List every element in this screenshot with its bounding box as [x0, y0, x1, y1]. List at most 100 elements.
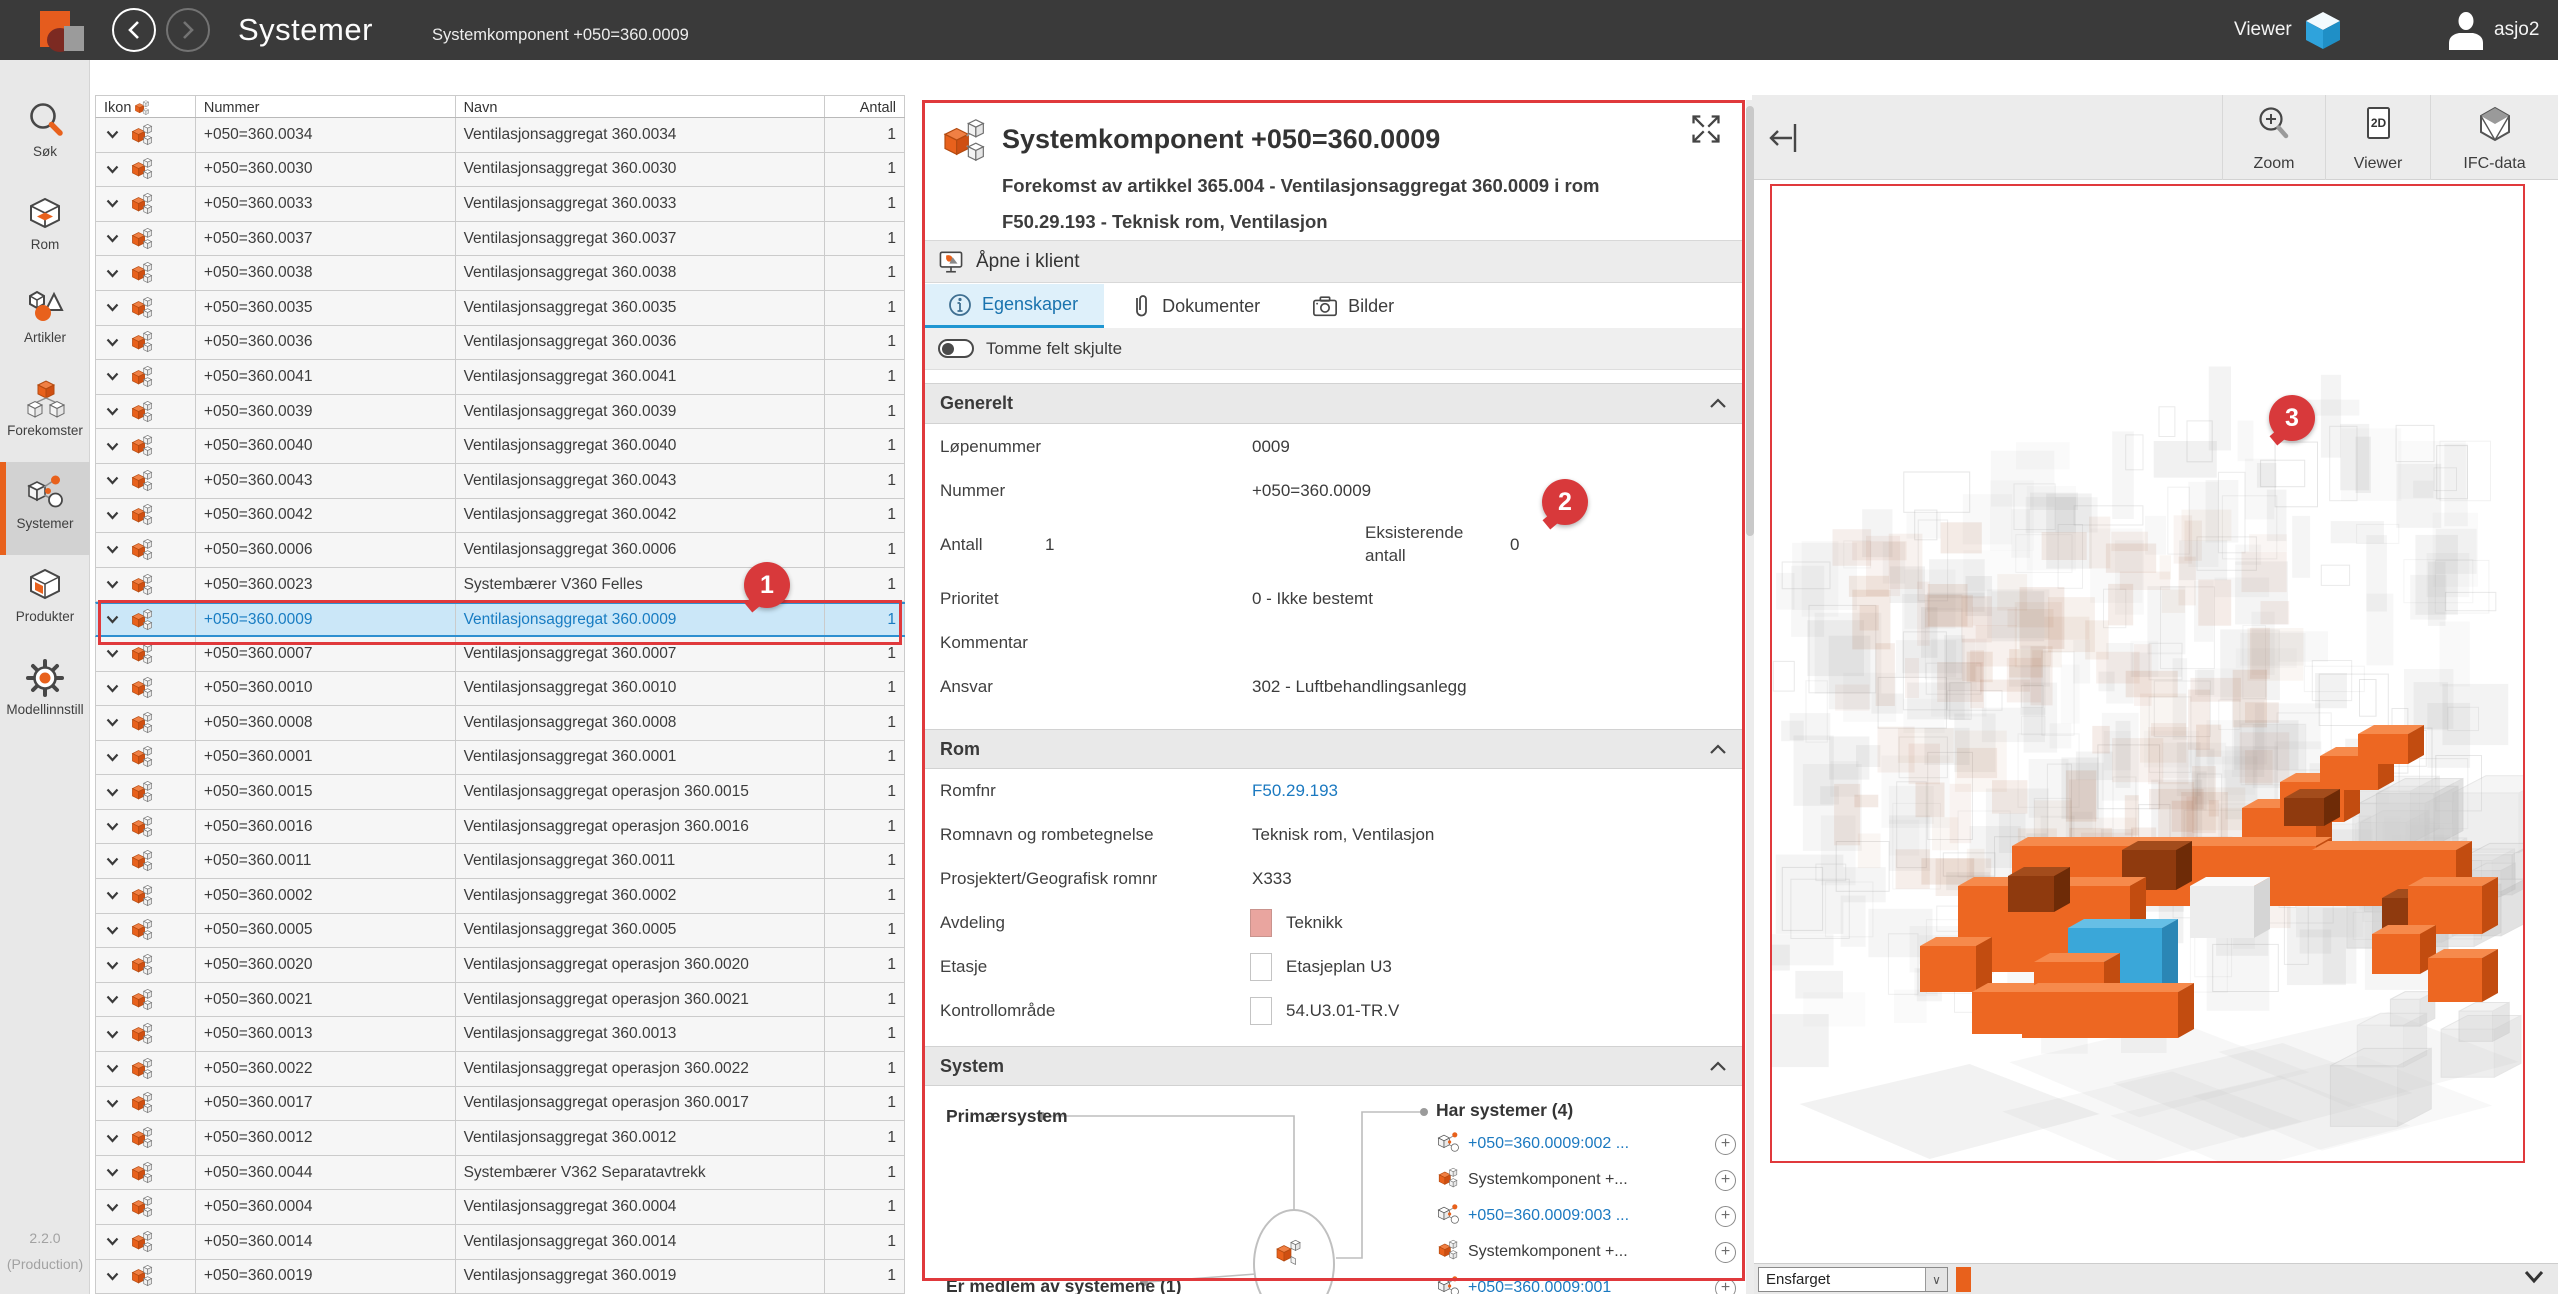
chevron-down-icon[interactable]: [106, 1064, 119, 1073]
chevron-down-icon[interactable]: [106, 511, 119, 520]
forward-button[interactable]: [166, 8, 210, 52]
chevron-down-icon[interactable]: [106, 130, 119, 139]
table-row[interactable]: +050=360.0023 Systembærer V360 Felles 1: [95, 568, 905, 603]
table-row[interactable]: +050=360.0011 Ventilasjonsaggregat 360.0…: [95, 844, 905, 879]
column-header-nummer[interactable]: Nummer: [196, 96, 456, 117]
table-row[interactable]: +050=360.0033 Ventilasjonsaggregat 360.0…: [95, 187, 905, 222]
open-in-client-button[interactable]: Åpne i klient: [922, 240, 1745, 283]
chevron-down-icon[interactable]: [106, 545, 119, 554]
table-row[interactable]: +050=360.0004 Ventilasjonsaggregat 360.0…: [95, 1190, 905, 1225]
table-row[interactable]: +050=360.0030 Ventilasjonsaggregat 360.0…: [95, 153, 905, 188]
related-system-item[interactable]: Systemkomponent +... +: [1436, 1234, 1736, 1270]
table-row[interactable]: +050=360.0008 Ventilasjonsaggregat 360.0…: [95, 706, 905, 741]
chevron-down-icon[interactable]: [106, 1099, 119, 1108]
chevron-down-icon[interactable]: [106, 303, 119, 312]
chevron-down-icon[interactable]: [106, 165, 119, 174]
sidebar-item-produkter[interactable]: Produkter: [0, 555, 90, 648]
add-relation-button[interactable]: +: [1715, 1242, 1736, 1263]
chevron-down-icon[interactable]: [106, 649, 119, 658]
table-row[interactable]: +050=360.0035 Ventilasjonsaggregat 360.0…: [95, 291, 905, 326]
sidebar-item-systemer[interactable]: Systemer: [0, 462, 90, 555]
sidebar-item-rom[interactable]: Rom: [0, 183, 90, 276]
chevron-down-icon[interactable]: [106, 615, 119, 624]
chevron-down-icon[interactable]: [106, 1168, 119, 1177]
model-color-swatch[interactable]: [1956, 1267, 1971, 1292]
chevron-down-icon[interactable]: [106, 995, 119, 1004]
add-relation-button[interactable]: +: [1715, 1206, 1736, 1227]
table-row[interactable]: +050=360.0001 Ventilasjonsaggregat 360.0…: [95, 741, 905, 776]
chevron-down-icon[interactable]: [106, 476, 119, 485]
add-relation-button[interactable]: +: [1715, 1170, 1736, 1191]
viewer-mode-chip[interactable]: Viewer: [2234, 12, 2342, 48]
related-system-item[interactable]: +050=360.0009:001 +: [1436, 1270, 1736, 1294]
chevron-down-icon[interactable]: [106, 753, 119, 762]
table-row[interactable]: +050=360.0019 Ventilasjonsaggregat 360.0…: [95, 1260, 905, 1294]
table-row[interactable]: +050=360.0012 Ventilasjonsaggregat 360.0…: [95, 1121, 905, 1156]
chevron-down-icon[interactable]: [106, 338, 119, 347]
table-row[interactable]: +050=360.0013 Ventilasjonsaggregat 360.0…: [95, 1017, 905, 1052]
empty-fields-toggle[interactable]: Tomme felt skjulte: [922, 328, 1745, 370]
table-row[interactable]: +050=360.0005 Ventilasjonsaggregat 360.0…: [95, 914, 905, 949]
chevron-down-icon[interactable]: [106, 822, 119, 831]
chevron-down-icon[interactable]: [106, 1134, 119, 1143]
table-row[interactable]: +050=360.0007 Ventilasjonsaggregat 360.0…: [95, 637, 905, 672]
section-header-system[interactable]: System: [922, 1046, 1745, 1086]
table-row[interactable]: +050=360.0042 Ventilasjonsaggregat 360.0…: [95, 499, 905, 534]
table-row[interactable]: +050=360.0009 Ventilasjonsaggregat 360.0…: [95, 602, 905, 637]
add-relation-button[interactable]: +: [1715, 1134, 1736, 1155]
table-row[interactable]: +050=360.0022 Ventilasjonsaggregat opera…: [95, 1052, 905, 1087]
column-header-navn[interactable]: Navn: [456, 96, 826, 117]
chevron-down-icon[interactable]: [106, 1203, 119, 1212]
related-system-text[interactable]: +050=360.0009:002 ...: [1468, 1135, 1668, 1153]
chevron-down-icon[interactable]: [106, 1030, 119, 1039]
related-system-text[interactable]: Systemkomponent +...: [1468, 1171, 1668, 1189]
table-row[interactable]: +050=360.0041 Ventilasjonsaggregat 360.0…: [95, 360, 905, 395]
table-row[interactable]: +050=360.0020 Ventilasjonsaggregat opera…: [95, 948, 905, 983]
table-row[interactable]: +050=360.0006 Ventilasjonsaggregat 360.0…: [95, 533, 905, 568]
table-row[interactable]: +050=360.0015 Ventilasjonsaggregat opera…: [95, 775, 905, 810]
ifc-data-button[interactable]: IFC-data: [2430, 95, 2558, 180]
table-row[interactable]: +050=360.0014 Ventilasjonsaggregat 360.0…: [95, 1225, 905, 1260]
table-row[interactable]: +050=360.0039 Ventilasjonsaggregat 360.0…: [95, 395, 905, 430]
column-header-antall[interactable]: Antall: [825, 96, 905, 117]
related-system-item[interactable]: +050=360.0009:003 ... +: [1436, 1198, 1736, 1234]
chevron-down-icon[interactable]: [106, 372, 119, 381]
chevron-down-icon[interactable]: [106, 961, 119, 970]
2d-viewer-button[interactable]: 2D Viewer: [2325, 95, 2430, 180]
chevron-down-icon[interactable]: [106, 857, 119, 866]
tab-egenskaper[interactable]: Egenskaper: [922, 284, 1104, 328]
collapse-panel-icon[interactable]: [1764, 119, 1802, 157]
related-system-item[interactable]: Systemkomponent +... +: [1436, 1162, 1736, 1198]
table-row[interactable]: +050=360.0010 Ventilasjonsaggregat 360.0…: [95, 672, 905, 707]
expand-icon[interactable]: [1689, 112, 1723, 146]
chevron-down-icon[interactable]: [106, 407, 119, 416]
sidebar-item-artikler[interactable]: Artikler: [0, 276, 90, 369]
table-row[interactable]: +050=360.0038 Ventilasjonsaggregat 360.0…: [95, 256, 905, 291]
chevron-down-icon[interactable]: [2524, 1270, 2544, 1284]
3d-model-canvas[interactable]: [1772, 186, 2523, 1161]
related-system-text[interactable]: +050=360.0009:001: [1468, 1279, 1668, 1294]
related-system-text[interactable]: +050=360.0009:003 ...: [1468, 1207, 1668, 1225]
related-system-text[interactable]: Systemkomponent +...: [1468, 1243, 1668, 1261]
chevron-down-icon[interactable]: [106, 684, 119, 693]
chevron-down-icon[interactable]: [106, 269, 119, 278]
table-row[interactable]: +050=360.0044 Systembærer V362 Separatav…: [95, 1156, 905, 1191]
color-mode-select[interactable]: Ensfarget ∨: [1758, 1267, 1948, 1292]
table-row[interactable]: +050=360.0017 Ventilasjonsaggregat opera…: [95, 1087, 905, 1122]
chevron-down-icon[interactable]: [106, 788, 119, 797]
table-row[interactable]: +050=360.0021 Ventilasjonsaggregat opera…: [95, 983, 905, 1018]
table-row[interactable]: +050=360.0036 Ventilasjonsaggregat 360.0…: [95, 326, 905, 361]
back-button[interactable]: [112, 8, 156, 52]
add-relation-button[interactable]: +: [1715, 1278, 1736, 1294]
chevron-down-icon[interactable]: [106, 442, 119, 451]
table-row[interactable]: +050=360.0034 Ventilasjonsaggregat 360.0…: [95, 118, 905, 153]
related-system-item[interactable]: +050=360.0009:002 ... +: [1436, 1126, 1736, 1162]
section-header-generelt[interactable]: Generelt: [922, 383, 1745, 424]
table-row[interactable]: +050=360.0037 Ventilasjonsaggregat 360.0…: [95, 222, 905, 257]
table-row[interactable]: +050=360.0002 Ventilasjonsaggregat 360.0…: [95, 879, 905, 914]
chevron-down-icon[interactable]: [106, 199, 119, 208]
sidebar-item-modellinnstill[interactable]: Modellinnstill: [0, 648, 90, 741]
zoom-tool-button[interactable]: Zoom: [2222, 95, 2325, 180]
sidebar-item-sok[interactable]: Søk: [0, 90, 90, 183]
section-header-rom[interactable]: Rom: [922, 729, 1745, 769]
